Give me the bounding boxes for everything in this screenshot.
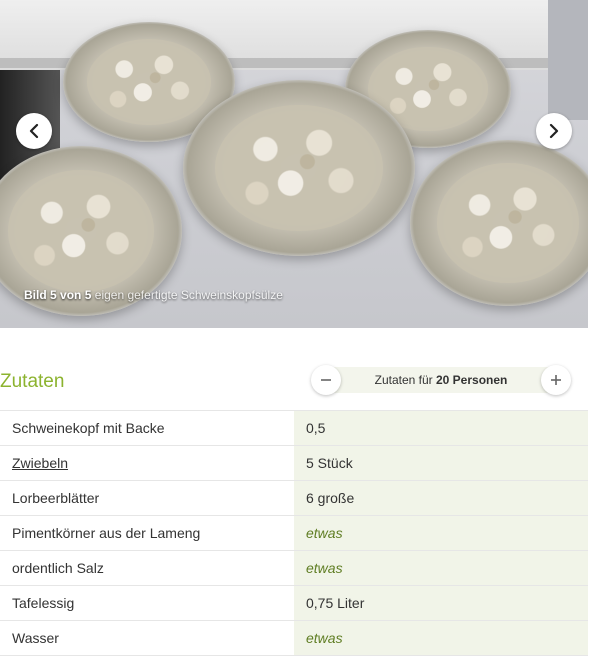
plus-icon xyxy=(551,375,561,385)
servings-increase-button[interactable] xyxy=(541,365,571,395)
image-gallery[interactable]: Bild 5 von 5 eigen gefertigte Schweinsko… xyxy=(0,0,588,328)
bowl-image xyxy=(183,80,415,256)
ingredient-name-cell: Zwiebeln xyxy=(0,445,294,481)
caption-prefix: Bild xyxy=(24,288,47,302)
chevron-right-icon xyxy=(549,123,559,139)
ingredient-amount: 5 Stück xyxy=(294,445,588,481)
caption-total: 5 xyxy=(84,288,92,302)
table-row: Tafelessig 0,75 Liter xyxy=(0,585,588,621)
ingredient-name: Pimentkörner aus der Lameng xyxy=(0,515,294,551)
ingredient-amount: 6 große xyxy=(294,480,588,516)
ingredient-link[interactable]: Zwiebeln xyxy=(12,455,68,471)
ingredient-amount: etwas xyxy=(294,550,588,586)
ingredient-name: Wasser xyxy=(0,620,294,656)
ingredient-name: Lorbeerblätter xyxy=(0,480,294,516)
servings-prefix: Zutaten für xyxy=(374,373,433,387)
ingredient-amount: etwas xyxy=(294,620,588,656)
ingredients-table: Schweinekopf mit Backe 0,5 Zwiebeln 5 St… xyxy=(0,410,588,656)
ingredient-amount: 0,5 xyxy=(294,410,588,446)
caption-of: von xyxy=(60,288,82,302)
table-row: ordentlich Salz etwas xyxy=(0,550,588,586)
minus-icon xyxy=(321,379,331,381)
bowl-image xyxy=(410,140,588,306)
table-row: Schweinekopf mit Backe 0,5 xyxy=(0,410,588,446)
table-row: Lorbeerblätter 6 große xyxy=(0,480,588,516)
ingredient-name: ordentlich Salz xyxy=(0,550,294,586)
chevron-left-icon xyxy=(29,123,39,139)
caption-text: eigen gefertigte Schweinskopfsülze xyxy=(94,288,283,302)
ingredient-amount: etwas xyxy=(294,515,588,551)
caption-current: 5 xyxy=(50,288,57,302)
ingredient-name: Schweinekopf mit Backe xyxy=(0,410,294,446)
servings-decrease-button[interactable] xyxy=(311,365,341,395)
table-row: Wasser etwas xyxy=(0,620,588,656)
gallery-next-button[interactable] xyxy=(536,113,572,149)
servings-value: 20 Personen xyxy=(436,373,508,387)
servings-label: Zutaten für 20 Personen xyxy=(341,373,541,387)
wall-background xyxy=(548,0,588,120)
gallery-caption: Bild 5 von 5 eigen gefertigte Schweinsko… xyxy=(24,288,283,302)
ingredient-amount: 0,75 Liter xyxy=(294,585,588,621)
gallery-prev-button[interactable] xyxy=(16,113,52,149)
table-row: Pimentkörner aus der Lameng etwas xyxy=(0,515,588,551)
servings-control: Zutaten für 20 Personen xyxy=(311,364,571,396)
table-row: Zwiebeln 5 Stück xyxy=(0,445,588,481)
ingredients-title: Zutaten xyxy=(0,371,65,392)
ingredient-name: Tafelessig xyxy=(0,585,294,621)
